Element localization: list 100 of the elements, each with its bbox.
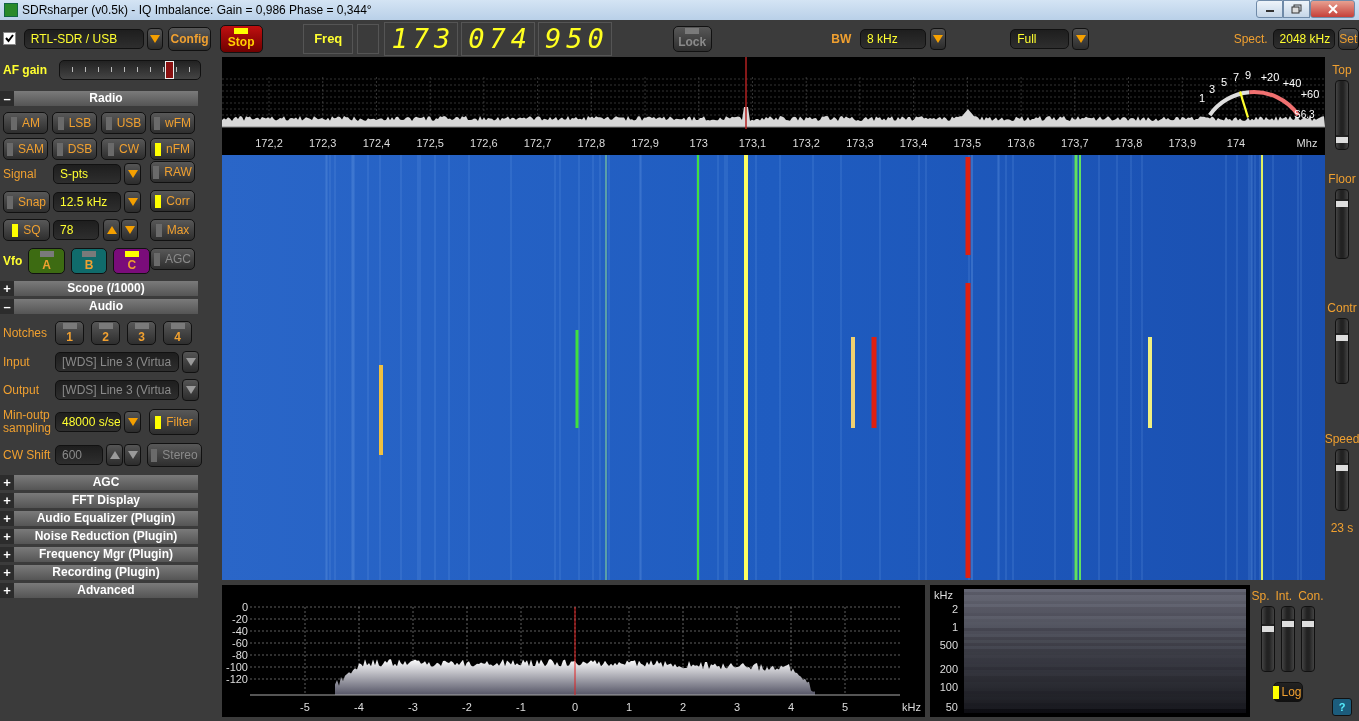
dropdown-button[interactable] — [124, 444, 141, 466]
squelch-button[interactable]: SQ — [3, 219, 50, 241]
caret-icon — [127, 418, 138, 426]
dropdown-button[interactable] — [124, 411, 141, 433]
bandwidth-dropdown[interactable]: 8 kHz — [860, 28, 927, 49]
section-header[interactable]: + Advanced — [0, 583, 198, 598]
section-header[interactable]: + FFT Display — [0, 493, 198, 508]
section-header[interactable]: + Frequency Mgr (Plugin) — [0, 547, 198, 562]
mode-button[interactable]: AM — [3, 112, 48, 134]
dropdown-button[interactable] — [146, 27, 164, 50]
vfo-button[interactable]: B — [70, 248, 108, 274]
vertical-slider[interactable] — [1335, 449, 1349, 511]
frequency-axis-label: 4 — [787, 701, 795, 713]
frequency-tick-label: 173,8 — [1114, 137, 1143, 149]
frequency-tick-label: 172,7 — [523, 137, 552, 149]
s-meter-label: 3 — [1208, 83, 1216, 95]
set-button[interactable]: Set — [1337, 27, 1359, 50]
up-button[interactable] — [106, 444, 123, 466]
dropdown-button[interactable] — [124, 163, 141, 185]
af-gain-slider[interactable] — [59, 60, 201, 80]
s-meter-label: +60 — [1300, 88, 1320, 100]
slider-thumb[interactable] — [1281, 619, 1294, 628]
source-checkbox[interactable] — [3, 32, 16, 45]
slider-label: Floor — [1328, 172, 1356, 186]
mode-button[interactable]: nFM — [150, 138, 195, 160]
dropdown-button[interactable] — [1072, 27, 1089, 50]
notch-button[interactable]: 4 — [163, 321, 192, 345]
slider-label: Con. — [1298, 589, 1324, 603]
mode-button[interactable]: SAM — [3, 138, 48, 160]
mode-button[interactable]: CW — [101, 138, 146, 160]
section-header[interactable]: + Recording (Plugin) — [0, 565, 198, 580]
snap-button[interactable]: Snap — [3, 191, 50, 213]
vfo-button[interactable]: A — [28, 248, 65, 274]
up-button[interactable] — [103, 219, 120, 241]
slider-thumb[interactable] — [1336, 333, 1348, 341]
section-header[interactable]: + Audio Equalizer (Plugin) — [0, 511, 198, 526]
mode-button[interactable]: wFM — [150, 112, 195, 134]
source-dropdown[interactable]: RTL-SDR / USB — [23, 28, 144, 49]
notch-button[interactable]: 2 — [91, 321, 120, 345]
unit-label: kHz — [902, 701, 921, 713]
mode-button[interactable]: LSB — [52, 112, 97, 134]
level-axis-label: -20 — [232, 613, 248, 625]
frequency-tick-label: 172,5 — [416, 137, 444, 149]
dropdown-button[interactable] — [121, 219, 138, 241]
toggle-button[interactable]: Corr — [150, 190, 195, 212]
section-header[interactable]: + Scope (/1000) — [0, 281, 198, 296]
frequency-tick-label: 173,3 — [846, 137, 874, 149]
vertical-slider[interactable] — [1335, 189, 1349, 259]
slider-thumb[interactable] — [1261, 623, 1274, 632]
help-button[interactable]: ? — [1332, 698, 1352, 716]
notches-label: Notches — [3, 326, 49, 340]
stop-button[interactable]: Stop — [219, 24, 263, 53]
close-button[interactable] — [1310, 0, 1355, 18]
config-button[interactable]: Config — [168, 26, 212, 51]
vfo-button[interactable]: C — [113, 248, 150, 274]
toggle-button[interactable]: Max — [150, 219, 195, 241]
mode-button[interactable]: DSB — [52, 138, 97, 160]
frequency-axis-label: 200 — [939, 663, 958, 675]
vertical-slider[interactable] — [1300, 606, 1315, 672]
section-header[interactable]: + AGC — [0, 475, 198, 490]
level-axis-label: -60 — [232, 637, 248, 649]
vertical-slider[interactable] — [1335, 318, 1349, 384]
dropdown-button[interactable] — [182, 351, 199, 373]
section-header[interactable]: – Radio — [0, 91, 198, 106]
frequency-tick-label: 173,6 — [1007, 137, 1035, 149]
notch-button[interactable]: 1 — [55, 321, 84, 345]
frequency-tick-label: 173,9 — [1168, 137, 1196, 149]
mode-button[interactable]: USB — [101, 112, 146, 134]
filter-button[interactable]: Filter — [149, 409, 199, 435]
frequency-axis-label: -5 — [300, 701, 310, 713]
slider-thumb[interactable] — [1336, 199, 1348, 207]
notch-button[interactable]: 3 — [127, 321, 156, 345]
log-button[interactable]: Log — [1272, 682, 1303, 702]
signal-dropdown[interactable]: S-pts — [53, 164, 121, 184]
zoom-dropdown[interactable]: Full — [1010, 28, 1069, 49]
slider-thumb[interactable] — [1336, 135, 1348, 143]
s-meter-label: 9 — [1244, 69, 1252, 81]
squelch-field[interactable]: 78 — [53, 220, 99, 240]
slider-thumb[interactable] — [1301, 619, 1314, 628]
dropdown-button[interactable] — [930, 27, 947, 50]
frequency-digits[interactable]: 173 — [384, 21, 459, 56]
caret-icon — [127, 170, 138, 178]
sampling-dropdown[interactable]: 48000 s/se — [55, 412, 121, 432]
frequency-digits[interactable]: 074 — [461, 21, 535, 56]
minimize-button[interactable] — [1256, 0, 1283, 18]
span-field[interactable]: 2048 kHz — [1272, 28, 1335, 49]
vertical-slider[interactable] — [1260, 606, 1275, 672]
dropdown-button[interactable] — [182, 379, 199, 401]
slider-thumb[interactable] — [1336, 463, 1348, 471]
toggle-button[interactable]: RAW — [150, 161, 195, 183]
vertical-slider[interactable] — [1335, 80, 1349, 150]
frequency-tick-label: 172,9 — [631, 137, 659, 149]
section-header[interactable]: + Noise Reduction (Plugin) — [0, 529, 198, 544]
section-header[interactable]: – Audio — [0, 299, 198, 314]
maximize-button[interactable] — [1283, 0, 1310, 18]
vertical-slider[interactable] — [1280, 606, 1295, 672]
snap-dropdown[interactable]: 12.5 kHz — [53, 192, 121, 212]
dropdown-button[interactable] — [124, 191, 141, 213]
frequency-digits[interactable]: 950 — [538, 21, 612, 56]
caret-icon — [124, 226, 135, 234]
